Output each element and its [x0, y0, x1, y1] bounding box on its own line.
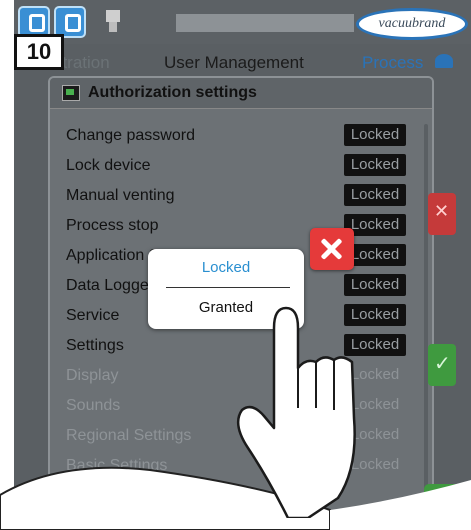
permission-value[interactable]: Locked: [344, 184, 406, 206]
permission-value[interactable]: Locked: [344, 274, 406, 296]
panel-header: Authorization settings: [50, 78, 432, 109]
settings-row-label: Process stop: [66, 217, 159, 234]
settings-row-label: Change password: [66, 127, 195, 144]
cancel-button[interactable]: [428, 193, 456, 235]
settings-row-label: Service: [66, 307, 120, 324]
option-locked[interactable]: Locked: [148, 259, 304, 276]
status-bar: [176, 14, 354, 32]
settings-row-label: Settings: [66, 337, 124, 354]
panel-title: Authorization settings: [88, 84, 257, 101]
settings-row[interactable]: Change password Locked: [50, 122, 432, 152]
close-popup-button[interactable]: [310, 228, 354, 270]
top-bar: vacuubrand: [14, 0, 471, 44]
settings-row-label: Sounds: [66, 397, 121, 414]
lock-icon: [29, 14, 45, 32]
settings-row-label: Application S: [66, 247, 160, 264]
permission-value[interactable]: Locked: [344, 124, 406, 146]
confirm-button[interactable]: [428, 344, 456, 386]
eye-icon: [435, 54, 453, 68]
permission-value[interactable]: Locked: [344, 154, 406, 176]
tab-user-management[interactable]: User Management: [164, 53, 304, 73]
settings-row[interactable]: Lock device Locked: [50, 152, 432, 182]
settings-row-label: Manual venting: [66, 187, 175, 204]
settings-row[interactable]: Process stop Locked: [50, 212, 432, 242]
usb-icon: [106, 10, 120, 34]
step-badge: 10: [14, 34, 64, 70]
user-icon: [65, 14, 81, 32]
settings-row-label: Data Logge: [66, 277, 149, 294]
settings-row[interactable]: Manual venting Locked: [50, 182, 432, 212]
tab-process[interactable]: Process: [362, 53, 423, 73]
settings-row-label: Display: [66, 367, 119, 384]
brand-logo: vacuubrand: [356, 8, 468, 40]
settings-row-label: Lock device: [66, 157, 151, 174]
divider: [166, 287, 290, 288]
pointing-hand-icon: [236, 306, 356, 518]
settings-icon: [62, 85, 80, 101]
